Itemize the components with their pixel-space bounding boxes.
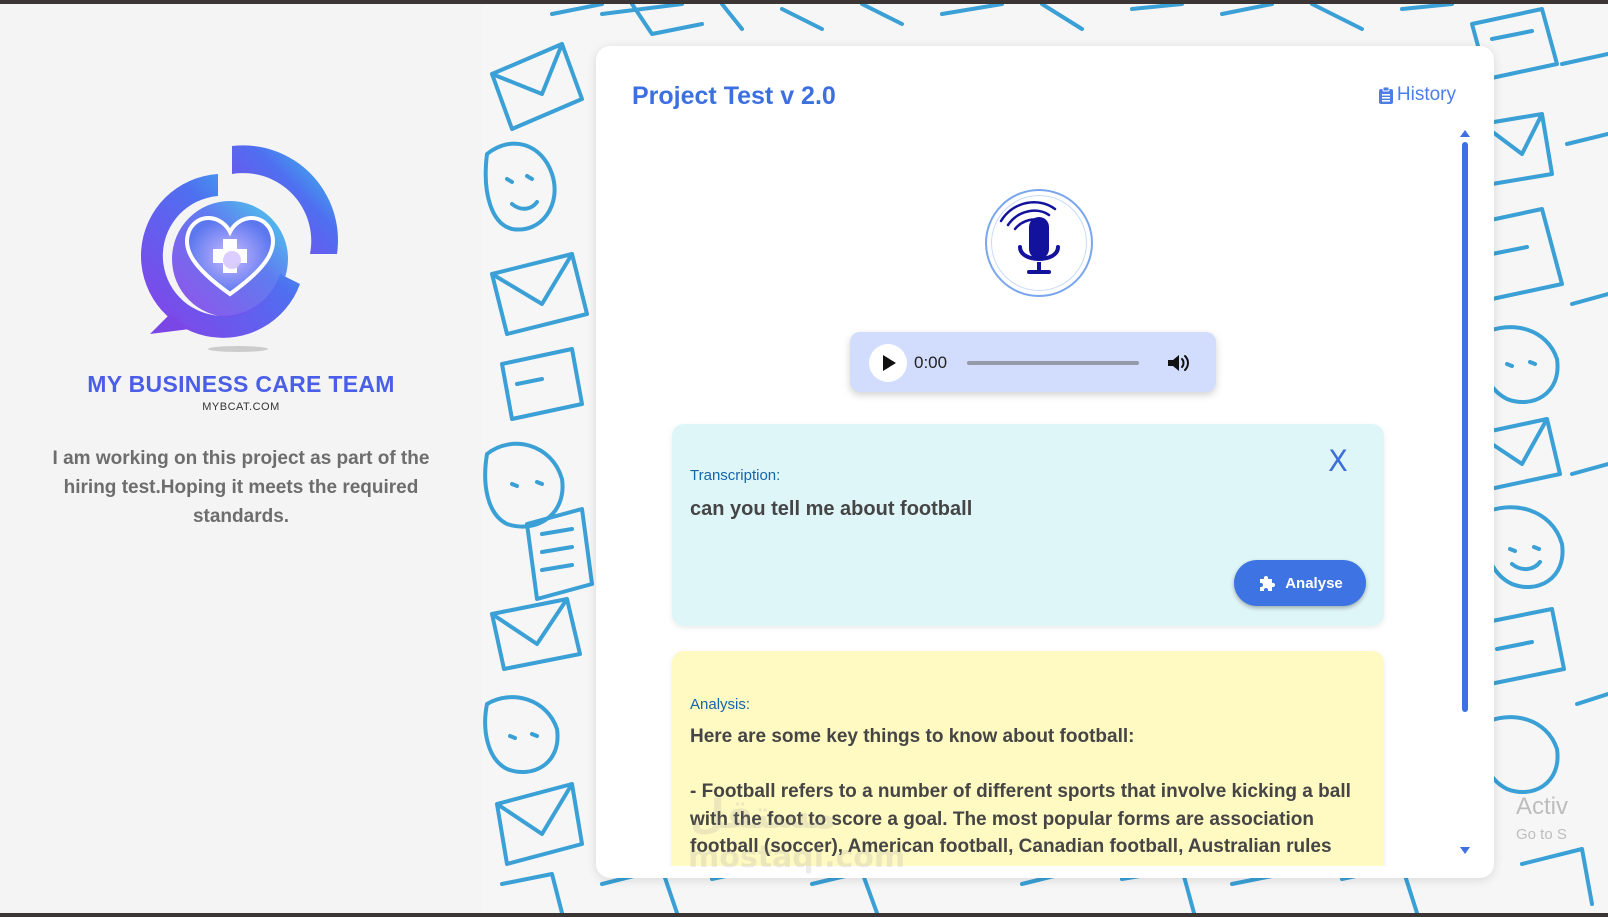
content-scroll-area[interactable]: 0:00 Transcription: can you tell me abou… — [596, 126, 1494, 866]
puzzle-icon — [1260, 576, 1276, 591]
transcription-label: Transcription: — [690, 467, 781, 484]
watermark-logo: مستقل — [690, 792, 837, 838]
left-panel: MY BUSINESS CARE TEAM MYBCAT.COM I am wo… — [0, 4, 482, 913]
audio-time: 0:00 — [914, 353, 948, 372]
activate-windows-title: Activ — [1516, 793, 1569, 820]
scroll-up-arrow[interactable] — [1460, 130, 1470, 137]
brand-url: MYBCAT.COM — [202, 401, 280, 413]
intro-text: I am working on this project as part of … — [52, 448, 430, 527]
analyse-label: Analyse — [1285, 574, 1343, 592]
page-title: Project Test v 2.0 — [632, 82, 836, 110]
analysis-label: Analysis: — [690, 696, 751, 713]
microphone-icon — [999, 201, 1060, 274]
history-link[interactable]: History — [1378, 84, 1456, 106]
window-bottom-bar — [0, 913, 1608, 917]
volume-icon[interactable] — [1166, 352, 1190, 374]
audio-player: 0:00 — [850, 332, 1216, 392]
clipboard-list-icon — [1378, 86, 1393, 104]
history-label: History — [1396, 84, 1456, 105]
record-button[interactable] — [985, 189, 1093, 297]
scroll-down-arrow[interactable] — [1460, 847, 1470, 854]
watermark-url: mostaql.com — [688, 840, 906, 875]
brand-logo — [140, 145, 338, 352]
play-button[interactable] — [869, 344, 907, 382]
audio-seek-bar[interactable] — [967, 361, 1139, 365]
scrollbar-thumb[interactable] — [1462, 142, 1468, 712]
main-card: Project Test v 2.0 History 0:00 Transcri… — [596, 46, 1494, 878]
transcription-text: can you tell me about football — [690, 498, 973, 520]
close-transcription-button[interactable]: X — [1328, 444, 1348, 478]
transcription-panel: Transcription: can you tell me about foo… — [672, 424, 1384, 626]
activate-windows-subtitle: Go to S — [1516, 826, 1567, 843]
content-scrollbar[interactable] — [1458, 126, 1472, 856]
brand-name: MY BUSINESS CARE TEAM — [87, 371, 395, 397]
analyse-button[interactable]: Analyse — [1234, 560, 1366, 606]
